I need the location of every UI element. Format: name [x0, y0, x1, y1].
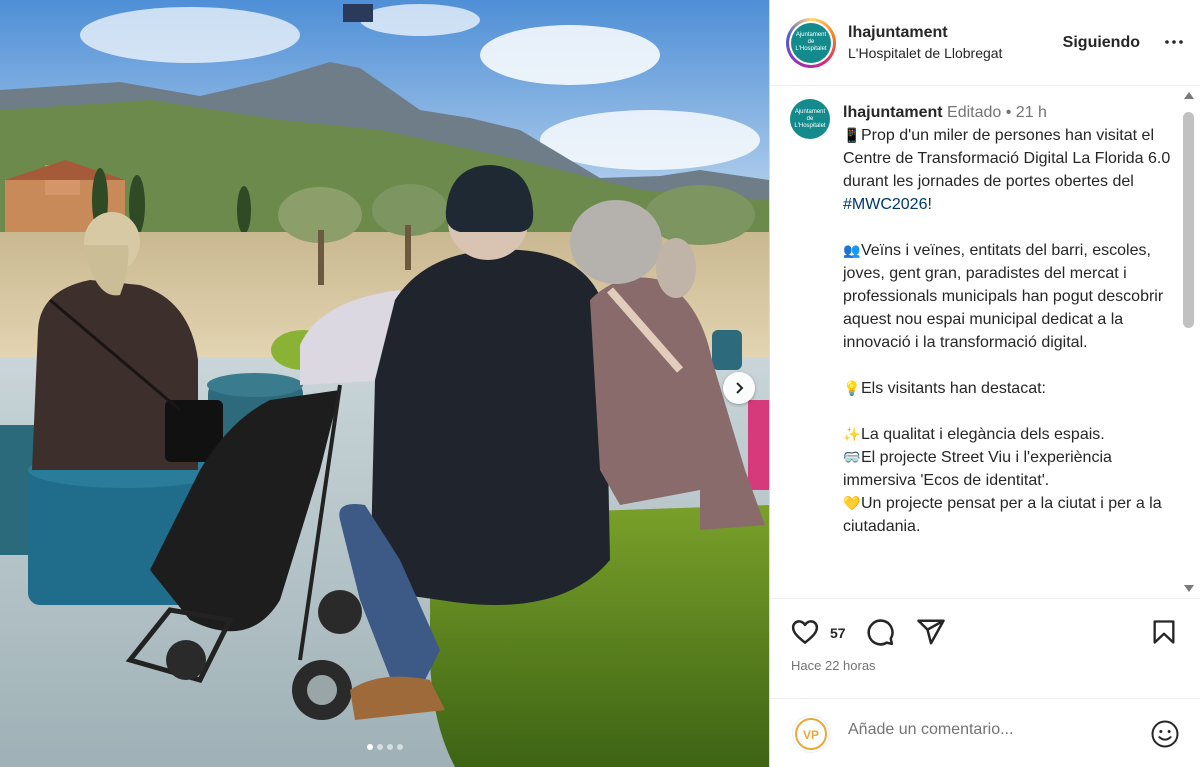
caption-avatar[interactable]: Ajuntament de L'Hospitalet — [790, 99, 830, 139]
hashtag-link[interactable]: #MWC2026 — [843, 196, 927, 213]
comment-composer: VP — [770, 698, 1200, 767]
scroll-up-arrow-icon[interactable] — [1184, 92, 1194, 99]
save-bookmark-icon[interactable] — [1150, 617, 1178, 647]
caption-avatar-logo-text: Ajuntament de L'Hospitalet — [794, 108, 826, 129]
next-slide-button[interactable] — [723, 372, 755, 404]
caption-bullet-2: 🥽El projecte Street Viu i l'experiència … — [843, 446, 1173, 492]
caption-b3-text: Un projecte pensat per a la ciutat i per… — [843, 495, 1162, 535]
avatar: Ajuntament de L'Hospitalet — [791, 22, 831, 63]
post-header: Ajuntament de L'Hospitalet lhajuntament … — [770, 0, 1200, 86]
story-ring[interactable]: Ajuntament de L'Hospitalet — [786, 17, 836, 68]
caption-area[interactable]: Ajuntament de L'Hospitalet lhajuntament … — [770, 87, 1200, 598]
caption-bullet-3: 💛Un projecte pensat per a la ciutat i pe… — [843, 492, 1173, 538]
carousel-dot — [386, 744, 393, 750]
caption-p3-text: Els visitants han destacat: — [861, 380, 1046, 397]
post-photo[interactable] — [0, 0, 769, 767]
sparkles-emoji-icon: ✨ — [843, 426, 861, 442]
caption-time[interactable]: 21 h — [1016, 104, 1047, 121]
carousel-dot — [376, 744, 383, 750]
photo-scene — [0, 0, 769, 767]
phone-emoji-icon: 📱 — [843, 127, 861, 143]
post-location[interactable]: L'Hospitalet de Llobregat — [848, 45, 1002, 61]
current-user-avatar[interactable]: VP — [792, 715, 830, 753]
following-button[interactable]: Siguiendo — [1063, 34, 1140, 52]
caption-bullet-1: ✨La qualitat i elegància dels espais. — [843, 423, 1173, 446]
people-emoji-icon: 👥 — [843, 242, 861, 258]
scroll-down-arrow-icon[interactable] — [1184, 585, 1194, 592]
caption-scrollbar[interactable] — [1182, 92, 1196, 592]
caption-p1-text: Prop d'un miler de persones han visitat … — [843, 127, 1171, 190]
user-logo-text: VP — [803, 728, 819, 742]
lightbulb-emoji-icon: 💡 — [843, 380, 861, 396]
caption-p2-text: Veïns i veïnes, entitats del barri, esco… — [843, 242, 1164, 351]
caption-b2-text: El projecte Street Viu i l'experiència i… — [843, 449, 1112, 489]
caption-meta: lhajuntament Editado • 21 h — [843, 101, 1173, 124]
like-count[interactable]: 57 — [830, 625, 846, 641]
post-timestamp[interactable]: Hace 22 horas — [791, 658, 876, 673]
caption-paragraph-2: 👥Veïns i veïnes, entitats del barri, esc… — [843, 239, 1173, 354]
carousel-dot — [366, 744, 373, 750]
emoji-smiley-icon[interactable] — [1150, 719, 1180, 749]
caption-username[interactable]: lhajuntament — [843, 104, 943, 121]
chevron-right-icon — [736, 382, 744, 394]
more-options-icon[interactable] — [1162, 30, 1186, 54]
share-send-icon[interactable] — [916, 617, 946, 647]
like-heart-icon[interactable] — [790, 617, 820, 647]
meta-separator: • — [1005, 104, 1012, 121]
caption-paragraph-3: 💡Els visitants han destacat: — [843, 377, 1173, 400]
goggles-emoji-icon: 🥽 — [843, 449, 861, 465]
comment-icon[interactable] — [865, 617, 895, 647]
caption-b1-text: La qualitat i elegància dels espais. — [861, 426, 1105, 443]
caption-paragraph-1: 📱Prop d'un miler de persones han visitat… — [843, 124, 1173, 216]
comment-input[interactable] — [848, 721, 1118, 739]
heart-emoji-icon: 💛 — [843, 495, 861, 511]
carousel-indicator — [0, 744, 769, 750]
avatar-logo-text: Ajuntament de L'Hospitalet — [795, 32, 827, 52]
scroll-thumb[interactable] — [1183, 112, 1194, 328]
user-logo-icon: VP — [795, 718, 827, 750]
post-details-panel: Ajuntament de L'Hospitalet lhajuntament … — [769, 0, 1200, 767]
post-actions: 57 Hace 22 horas — [770, 598, 1200, 698]
caption-p1-end: ! — [927, 196, 932, 213]
carousel-dot — [396, 744, 403, 750]
edited-label: Editado — [947, 104, 1002, 121]
author-username[interactable]: lhajuntament — [848, 24, 1002, 42]
caption-body: lhajuntament Editado • 21 h 📱Prop d'un m… — [843, 101, 1173, 538]
